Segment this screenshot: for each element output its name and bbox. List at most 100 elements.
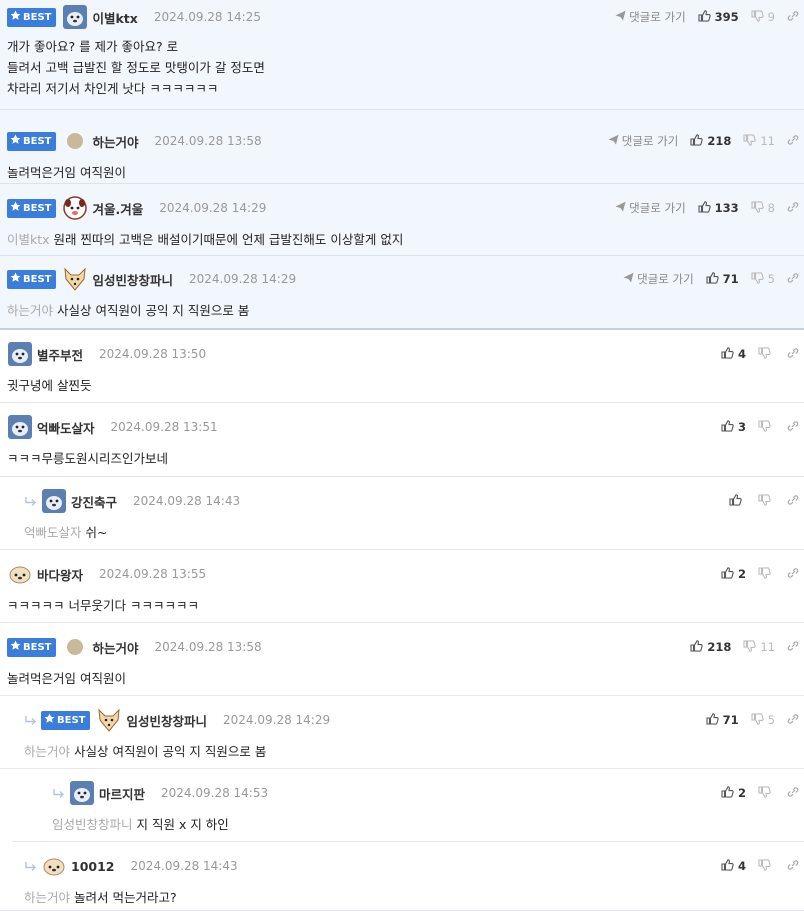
nickname[interactable]: 하는거야	[92, 132, 138, 151]
upvote-button[interactable]	[729, 493, 746, 509]
share-link-button[interactable]	[787, 567, 799, 582]
downvote-button[interactable]	[758, 566, 775, 582]
comment-text-line: 개가 좋아요? 를 제가 좋아요? 로	[7, 36, 804, 57]
dog-avatar[interactable]	[62, 4, 88, 30]
send-icon	[615, 201, 629, 215]
share-link-button[interactable]	[787, 10, 799, 25]
comment-header: BEST 임성빈창창파니 2024.09.28 14:29	[0, 705, 804, 735]
upvote-button[interactable]: 133	[698, 200, 739, 216]
nickname[interactable]: 강진축구	[71, 492, 117, 511]
mention-nickname[interactable]: 억빠도살자	[24, 525, 82, 540]
comment-body: 개가 좋아요? 를 제가 좋아요? 로 들려서 고백 급발진 할 정도로 맛탱이가…	[0, 36, 804, 99]
comment-header: 10012 2024.09.28 14:43	[0, 851, 804, 881]
dog-avatar[interactable]	[7, 341, 33, 367]
link-icon	[787, 786, 799, 801]
best-badge-label: BEST	[23, 11, 52, 23]
comment-text-line: 임성빈창창파니 지 직원 x 지 하인	[52, 814, 804, 835]
dot-avatar[interactable]	[62, 634, 88, 660]
comment-item: 10012 2024.09.28 14:43 4 하는거야 놀려서 먹는거라고?	[0, 842, 804, 911]
upvote-button[interactable]: 2	[721, 566, 746, 582]
upvote-count: 2	[737, 567, 746, 581]
nickname[interactable]: 마르지판	[99, 784, 145, 803]
nickname[interactable]: 바다왕자	[37, 565, 83, 584]
upvote-button[interactable]: 71	[706, 271, 739, 287]
goto-comment-link[interactable]: 댓글로 가기	[615, 200, 686, 216]
dog-avatar[interactable]	[69, 780, 95, 806]
goto-comment-link[interactable]: 댓글로 가기	[608, 133, 678, 149]
thumbs-up-icon	[721, 858, 738, 874]
best-badge-label: BEST	[23, 273, 52, 285]
share-link-button[interactable]	[787, 347, 799, 362]
downvote-button[interactable]: 9	[751, 9, 775, 25]
comment-text-line: 귓구녕에 살찐듯	[7, 375, 804, 396]
share-link-button[interactable]	[787, 134, 799, 149]
comment-text-line: 들려서 고백 급발진 할 정도로 맛탱이가 갈 정도면	[7, 57, 804, 78]
comment-date: 2024.09.28 13:58	[154, 134, 262, 148]
nickname[interactable]: 억빠도살자	[37, 418, 95, 437]
upvote-button[interactable]: 395	[698, 9, 739, 25]
upvote-count: 4	[737, 347, 746, 361]
upvote-button[interactable]: 4	[721, 346, 746, 362]
upvote-count: 395	[714, 10, 739, 24]
upvote-button[interactable]: 4	[721, 858, 746, 874]
thumbs-up-icon	[721, 566, 738, 582]
nickname[interactable]: 겨울.겨울	[92, 199, 143, 218]
nickname[interactable]: 하는거야	[92, 638, 138, 657]
goto-comment-link[interactable]: 댓글로 가기	[623, 271, 694, 287]
puppy-avatar[interactable]	[41, 853, 67, 879]
share-link-button[interactable]	[787, 494, 799, 509]
mention-nickname[interactable]: 하는거야	[24, 744, 70, 759]
nickname[interactable]: 이별ktx	[92, 8, 137, 27]
downvote-button[interactable]: 5	[751, 271, 775, 287]
downvote-button[interactable]	[758, 858, 775, 874]
downvote-button[interactable]: 11	[743, 133, 775, 149]
downvote-button[interactable]	[758, 419, 775, 435]
upvote-button[interactable]: 3	[721, 419, 746, 435]
nickname[interactable]: 임성빈창창파니	[126, 711, 207, 730]
share-link-button[interactable]	[787, 201, 799, 216]
mention-nickname[interactable]: 하는거야	[24, 890, 70, 905]
upvote-count: 3	[737, 420, 746, 434]
share-link-button[interactable]	[787, 786, 799, 801]
comment-body: 하는거야 놀려서 먹는거라고?	[0, 887, 804, 908]
mention-nickname[interactable]: 임성빈창창파니	[52, 817, 133, 832]
upvote-button[interactable]: 71	[706, 712, 739, 728]
upvote-button[interactable]: 2	[721, 785, 746, 801]
thumbs-down-icon	[751, 200, 768, 216]
comment-actions: 2	[721, 778, 804, 808]
share-link-button[interactable]	[787, 640, 799, 655]
thumbs-down-icon	[758, 493, 775, 509]
share-link-button[interactable]	[787, 713, 799, 728]
nickname[interactable]: 임성빈창창파니	[92, 270, 173, 289]
upvote-button[interactable]: 218	[690, 133, 731, 149]
fox-avatar[interactable]	[62, 266, 88, 292]
mention-nickname[interactable]: 이별ktx	[7, 232, 50, 247]
dog-avatar[interactable]	[7, 414, 33, 440]
nickname[interactable]: 별주부전	[37, 345, 83, 364]
downvote-button[interactable]: 11	[743, 639, 775, 655]
goto-comment-label: 댓글로 가기	[637, 272, 694, 286]
share-link-button[interactable]	[787, 859, 799, 874]
comment-item: BEST 겨울.겨울 2024.09.28 14:29 댓글로 가기 133 8 이별ktx…	[0, 184, 804, 256]
star-icon	[10, 10, 23, 24]
nickname[interactable]: 10012	[71, 859, 115, 874]
puppy-avatar[interactable]	[7, 561, 33, 587]
dog-avatar[interactable]	[41, 488, 67, 514]
comment-date: 2024.09.28 13:51	[110, 420, 218, 434]
best-badge: BEST	[7, 198, 57, 218]
mention-nickname[interactable]: 하는거야	[7, 303, 53, 318]
downvote-button[interactable]: 5	[751, 712, 775, 728]
comment-item: BEST 하는거야 2024.09.28 13:58 댓글로 가기 218 11 놀려먹은거…	[0, 110, 804, 184]
downvote-button[interactable]	[758, 785, 775, 801]
fox-avatar[interactable]	[96, 707, 122, 733]
comment-date: 2024.09.28 14:29	[159, 201, 267, 215]
pig-avatar[interactable]	[62, 195, 88, 221]
downvote-button[interactable]: 8	[751, 200, 775, 216]
upvote-button[interactable]: 218	[690, 639, 731, 655]
downvote-button[interactable]	[758, 493, 775, 509]
share-link-button[interactable]	[787, 420, 799, 435]
share-link-button[interactable]	[787, 272, 799, 287]
goto-comment-link[interactable]: 댓글로 가기	[615, 9, 686, 25]
dot-avatar[interactable]	[62, 128, 88, 154]
downvote-button[interactable]	[758, 346, 775, 362]
